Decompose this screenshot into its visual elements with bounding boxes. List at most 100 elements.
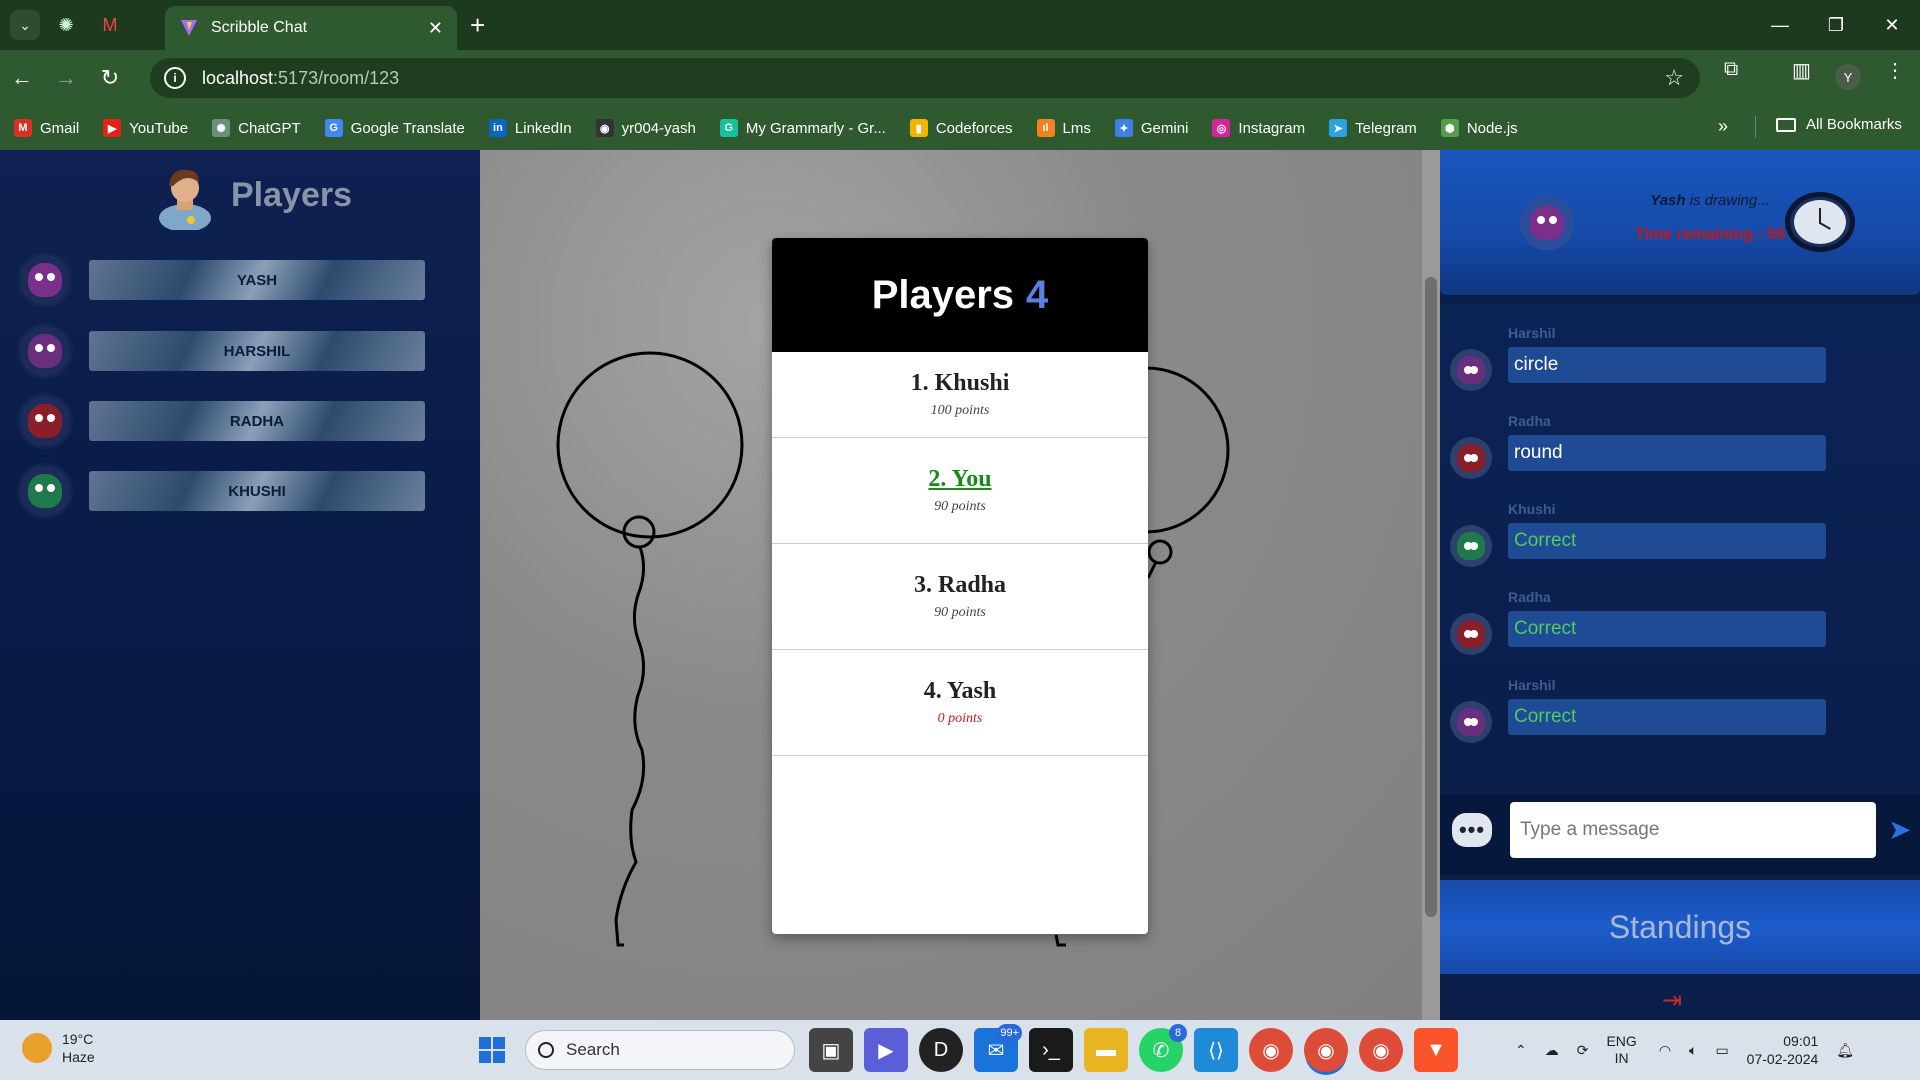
scrollbar-thumb[interactable]	[1425, 277, 1437, 917]
bookmark-favicon-icon: ▮	[909, 119, 928, 137]
bookmark-label: YouTube	[129, 119, 189, 137]
reload-icon[interactable]: ↻	[88, 65, 132, 91]
bookmark-favicon-icon: ✺	[212, 119, 231, 137]
bookmark-item[interactable]: ⬢ Node.js	[1440, 119, 1518, 137]
tab-close-icon[interactable]: ✕	[428, 18, 443, 39]
player-row: RADHA	[20, 396, 425, 446]
chat-bubble-icon[interactable]: •••	[1452, 813, 1492, 847]
chrome-profile-s-icon[interactable]: ◉	[1359, 1028, 1403, 1072]
drawer-avatar	[1520, 196, 1574, 250]
close-window-icon[interactable]: ✕	[1864, 0, 1920, 50]
tray-chevron-icon[interactable]: ⌃	[1515, 1042, 1527, 1059]
back-icon[interactable]: ←	[0, 65, 44, 91]
bookmark-item[interactable]: G Google Translate	[324, 119, 465, 137]
brave-icon[interactable]: ▼	[1414, 1028, 1458, 1072]
message-bubble: Correct	[1508, 611, 1826, 647]
canvas-scrollbar[interactable]	[1422, 150, 1440, 1020]
wifi-icon[interactable]: ◠	[1659, 1042, 1671, 1059]
address-toolbar: ← → ↻ i localhost:5173/room/123 ☆ ⧉ ▥ Y …	[0, 50, 1920, 106]
bookmark-item[interactable]: G My Grammarly - Gr...	[719, 119, 886, 137]
folder-icon	[1776, 117, 1796, 132]
bookmark-label: yr004-yash	[621, 119, 696, 137]
active-tab[interactable]: Scribble Chat ✕	[165, 6, 457, 50]
sync-icon[interactable]: ⟳	[1577, 1042, 1589, 1059]
bookmark-label: ChatGPT	[238, 119, 301, 137]
bookmark-item[interactable]: in LinkedIn	[488, 119, 572, 137]
all-bookmarks-button[interactable]: All Bookmarks	[1776, 116, 1902, 133]
message-bubble: circle	[1508, 347, 1826, 383]
sender-avatar	[1450, 701, 1492, 743]
standings-button[interactable]: Standings	[1440, 880, 1920, 974]
chrome-profile-y-icon[interactable]: ◉	[1304, 1028, 1348, 1072]
monster-avatar-icon	[1457, 444, 1485, 472]
monster-avatar-icon	[28, 334, 62, 368]
restore-icon[interactable]: ❐	[1808, 0, 1864, 50]
site-info-icon[interactable]: i	[164, 67, 186, 89]
meet-icon[interactable]: ▶	[864, 1028, 908, 1072]
more-bookmarks-icon[interactable]: »	[1718, 116, 1728, 137]
file-explorer-icon[interactable]: ▬	[1084, 1028, 1128, 1072]
bookmark-item[interactable]: ✺ ChatGPT	[212, 119, 301, 137]
whatsapp-icon[interactable]: ✆ 8	[1139, 1024, 1187, 1072]
bookmark-item[interactable]: ✦ Gemini	[1114, 119, 1189, 137]
message-sender: Radha	[1508, 589, 1551, 605]
weather-widget[interactable]: 19°C Haze	[22, 1030, 95, 1066]
players-sidebar: Players YASH HARSHIL RADHA KHUSHI	[0, 150, 480, 1020]
profile-avatar[interactable]: Y	[1835, 64, 1861, 90]
terminal-icon[interactable]: ›_	[1029, 1028, 1073, 1072]
mail-icon[interactable]: ✉ 99+	[974, 1024, 1022, 1072]
bookmark-separator	[1755, 116, 1756, 138]
language-indicator[interactable]: ENG IN	[1606, 1033, 1636, 1067]
bookmark-item[interactable]: ◉ yr004-yash	[595, 119, 696, 137]
tab-search-dropdown-icon[interactable]: ⌄	[10, 10, 40, 40]
bookmark-item[interactable]: M Gmail	[14, 119, 79, 137]
bookmarks-bar: M Gmail ▶ YouTube ✺ ChatGPT G Google Translate i…	[0, 106, 1920, 150]
vscode-icon[interactable]: ⟨⟩	[1194, 1028, 1238, 1072]
standing-points: 90 points	[934, 499, 986, 514]
player-name: KHUSHI	[89, 471, 425, 511]
chatgpt-tab-icon[interactable]: ✺	[48, 7, 84, 43]
bookmark-item[interactable]: ıl Lms	[1036, 119, 1091, 137]
extensions-icon[interactable]: ⧉	[1724, 58, 1738, 81]
taskbar-search[interactable]: Search	[525, 1030, 795, 1070]
exit-icon[interactable]: ⇥	[1662, 986, 1682, 1015]
clock-date[interactable]: 09:01 07-02-2024	[1747, 1032, 1819, 1068]
players-header: Players	[155, 160, 352, 230]
monster-avatar-icon	[1457, 620, 1485, 648]
drawing-suffix: is drawing...	[1685, 192, 1770, 209]
onedrive-icon[interactable]: ☁	[1545, 1042, 1559, 1059]
chrome-icon[interactable]: ◉	[1249, 1028, 1293, 1072]
bookmark-item[interactable]: ➤ Telegram	[1329, 119, 1417, 137]
bookmark-favicon-icon: G	[719, 119, 738, 137]
player-count: 4	[1026, 272, 1049, 317]
bookmark-favicon-icon: in	[488, 119, 507, 137]
bookmark-label: Node.js	[1466, 119, 1518, 137]
bookmark-label: Google Translate	[350, 119, 465, 137]
vite-icon	[181, 20, 197, 36]
battery-icon[interactable]: ▭	[1715, 1042, 1728, 1059]
windows-start-icon[interactable]	[470, 1028, 514, 1072]
send-icon[interactable]: ➤	[1888, 813, 1911, 846]
bookmark-star-icon[interactable]: ☆	[1664, 65, 1684, 91]
new-tab-button[interactable]: +	[470, 10, 485, 41]
volume-icon[interactable]: 🔈︎	[1689, 1042, 1697, 1059]
forward-icon[interactable]: →	[44, 65, 88, 91]
url-bar[interactable]: i localhost:5173/room/123 ☆	[150, 58, 1700, 98]
bookmark-label: Gemini	[1140, 119, 1189, 137]
message-sender: Radha	[1508, 413, 1551, 429]
minimize-icon[interactable]: —	[1752, 0, 1808, 50]
menu-kebab-icon[interactable]: ⋮	[1885, 58, 1905, 83]
notification-icon[interactable]: 🔔︎	[1836, 1042, 1854, 1059]
standing-row: 3. Radha 90 points	[772, 544, 1148, 650]
gmail-tab-icon[interactable]: M	[92, 7, 128, 43]
bookmark-item[interactable]: ◎ Instagram	[1212, 119, 1305, 137]
bookmark-item[interactable]: ▮ Codeforces	[909, 119, 1013, 137]
search-icon	[538, 1042, 554, 1058]
bookmark-favicon-icon: ⬢	[1440, 119, 1459, 137]
player-avatar	[20, 396, 70, 446]
message-input[interactable]	[1510, 802, 1876, 858]
bookmark-item[interactable]: ▶ YouTube	[103, 119, 188, 137]
dell-icon[interactable]: D	[919, 1028, 963, 1072]
side-panel-icon[interactable]: ▥	[1792, 58, 1811, 83]
task-view-icon[interactable]: ▣	[809, 1028, 853, 1072]
